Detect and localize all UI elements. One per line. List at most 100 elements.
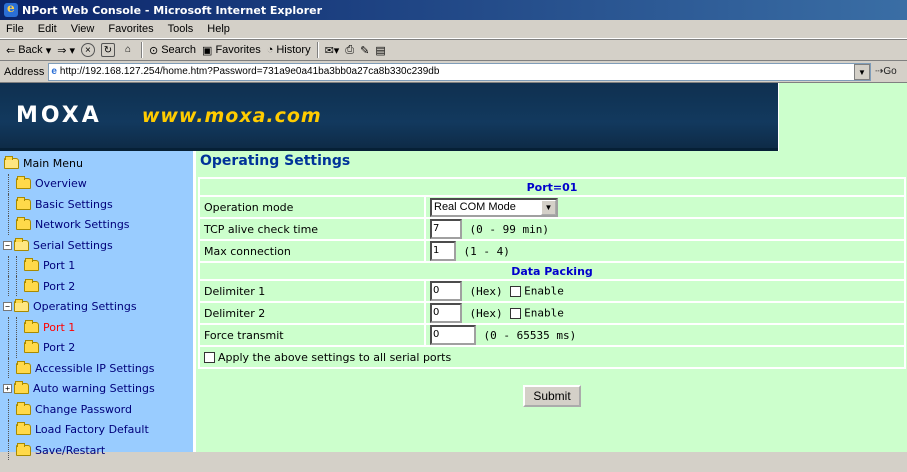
sidebar-item-auto-warning[interactable]: + Auto warning Settings	[0, 379, 193, 400]
delimiter2-input[interactable]: 0	[430, 303, 462, 323]
sidebar-item-main-menu[interactable]: Main Menu	[0, 153, 193, 174]
delimiter2-enable-checkbox[interactable]	[510, 307, 522, 319]
print-icon[interactable]: ⎙	[345, 44, 354, 57]
banner-right	[778, 83, 907, 151]
folder-icon	[16, 217, 31, 231]
sidebar-item-label: Network Settings	[35, 218, 130, 232]
max-connection-hint: (1 - 4)	[463, 244, 510, 258]
mail-icon[interactable]: ✉▾	[325, 44, 340, 57]
sidebar-item-label: Main Menu	[23, 156, 83, 170]
forward-button[interactable]: ⇒ ▾	[57, 44, 75, 57]
tree-line	[8, 255, 16, 276]
address-input[interactable]: e http://192.168.127.254/home.htm?Passwo…	[48, 62, 871, 81]
folder-icon	[14, 381, 29, 395]
delimiter1-enable-label: Enable	[524, 284, 564, 298]
delimiter1-input[interactable]: 0	[430, 281, 462, 301]
address-dropdown-icon[interactable]: ▼	[854, 63, 870, 80]
table-row: Apply the above settings to all serial p…	[198, 345, 906, 369]
tree-line	[16, 255, 24, 276]
sidebar-item-serial-port-2[interactable]: Port 2	[0, 276, 193, 297]
sidebar-item-operating-settings[interactable]: − Operating Settings	[0, 297, 193, 318]
delimiter1-hint: (Hex)	[469, 284, 503, 298]
menubar: File Edit View Favorites Tools Help	[0, 20, 907, 39]
forward-arrow-icon: ⇒	[57, 44, 67, 57]
tcp-alive-input[interactable]: 7	[430, 219, 462, 239]
table-row: Max connection 1 (1 - 4)	[198, 239, 906, 263]
chevron-down-icon[interactable]: ▼	[541, 199, 556, 215]
sidebar-item-label: Accessible IP Settings	[35, 361, 155, 375]
favorites-button[interactable]: ▣ Favorites	[202, 44, 261, 57]
submit-wrap: Submit	[198, 385, 906, 407]
table-row: Delimiter 1 0 (Hex) Enable	[198, 279, 906, 303]
toolbar-separator	[140, 42, 143, 58]
sidebar-item-load-factory-default[interactable]: Load Factory Default	[0, 419, 193, 441]
operation-mode-select[interactable]: Real COM Mode ▼	[430, 197, 558, 217]
sidebar-item-network-settings[interactable]: Network Settings	[0, 214, 193, 236]
back-arrow-icon: ⇐	[6, 44, 16, 57]
folder-icon	[16, 360, 31, 374]
delimiter1-cell: 0 (Hex) Enable	[424, 279, 906, 303]
moxa-url[interactable]: www.moxa.com	[142, 105, 322, 127]
toolbar: ⇐ Back ▾ ⇒ ▾ × ↻ ⌂ ⊙ Search ▣ Favorites …	[0, 39, 907, 61]
table-row: Delimiter 2 0 (Hex) Enable	[198, 301, 906, 325]
table-row: TCP alive check time 7 (0 - 99 min)	[198, 217, 906, 241]
tree-line	[8, 214, 16, 235]
sidebar-item-operating-port-1[interactable]: Port 1	[0, 317, 193, 338]
stop-icon[interactable]: ×	[80, 43, 95, 57]
tree-line	[16, 276, 24, 297]
tree-line	[16, 337, 24, 358]
sidebar-item-change-password[interactable]: Change Password	[0, 399, 193, 420]
menu-favorites[interactable]: Favorites	[108, 23, 153, 35]
force-transmit-input[interactable]: 0	[430, 325, 476, 345]
folder-icon	[24, 278, 39, 292]
delimiter2-hint: (Hex)	[469, 306, 503, 320]
collapse-icon[interactable]: −	[3, 302, 12, 312]
delimiter1-enable-checkbox[interactable]	[510, 285, 522, 297]
sidebar-item-label: Operating Settings	[33, 300, 137, 314]
tree-line	[8, 419, 16, 440]
sidebar-item-label: Overview	[35, 177, 87, 191]
back-button[interactable]: ⇐ Back ▾	[6, 44, 51, 57]
folder-open-icon	[4, 155, 19, 169]
menu-tools[interactable]: Tools	[168, 23, 194, 35]
expand-icon[interactable]: +	[3, 384, 12, 394]
sidebar-item-serial-settings[interactable]: − Serial Settings	[0, 235, 193, 256]
search-icon: ⊙	[148, 44, 159, 57]
tree-line	[16, 317, 24, 338]
search-button[interactable]: ⊙ Search	[149, 44, 196, 57]
max-connection-cell: 1 (1 - 4)	[424, 239, 906, 263]
go-button[interactable]: ⇢Go	[875, 66, 903, 77]
refresh-icon[interactable]: ↻	[100, 43, 115, 57]
window-titlebar: NPort Web Console - Microsoft Internet E…	[0, 0, 907, 20]
max-connection-input[interactable]: 1	[430, 241, 456, 261]
ie-icon	[4, 1, 18, 17]
sidebar-item-basic-settings[interactable]: Basic Settings	[0, 194, 193, 215]
sidebar-item-serial-port-1[interactable]: Port 1	[0, 255, 193, 277]
menu-view[interactable]: View	[71, 23, 95, 35]
discuss-icon[interactable]: ▤	[375, 44, 385, 57]
history-button[interactable]: ◔ History	[267, 44, 311, 56]
operation-mode-label: Operation mode	[198, 195, 426, 219]
chevron-down-icon: ▾	[69, 44, 75, 57]
force-transmit-label: Force transmit	[198, 323, 426, 347]
sidebar-item-label: Basic Settings	[35, 197, 113, 211]
menu-edit[interactable]: Edit	[38, 23, 57, 35]
sidebar-item-overview[interactable]: Overview	[0, 173, 193, 195]
menu-file[interactable]: File	[6, 23, 24, 35]
sidebar-item-label: Save/Restart	[35, 443, 106, 457]
sidebar-item-accessible-ip[interactable]: Accessible IP Settings	[0, 358, 193, 379]
edit-icon[interactable]: ✎	[360, 44, 369, 57]
submit-button[interactable]: Submit	[523, 385, 581, 407]
delimiter2-enable-label: Enable	[524, 306, 564, 320]
toolbar-separator	[316, 42, 319, 58]
apply-all-label: Apply the above settings to all serial p…	[218, 350, 452, 364]
page: MOXA www.moxa.com Main Menu Overview Bas…	[0, 83, 907, 461]
apply-all-cell: Apply the above settings to all serial p…	[198, 345, 906, 369]
apply-all-checkbox[interactable]	[204, 352, 215, 363]
page-icon: e	[51, 66, 57, 77]
collapse-icon[interactable]: −	[3, 240, 12, 250]
menu-help[interactable]: Help	[207, 23, 230, 35]
home-icon[interactable]: ⌂	[121, 43, 135, 57]
sidebar-item-save-restart[interactable]: Save/Restart	[0, 440, 193, 461]
sidebar-item-operating-port-2[interactable]: Port 2	[0, 337, 193, 359]
